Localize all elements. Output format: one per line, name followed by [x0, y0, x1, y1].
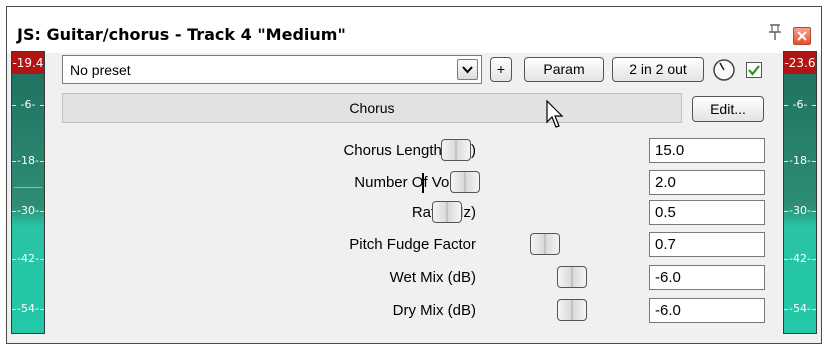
meter-tick: -42- [784, 252, 816, 265]
param-slider[interactable] [412, 232, 640, 258]
close-button[interactable] [793, 27, 811, 45]
param-row: Dry Mix (dB) -6.0 [62, 298, 772, 324]
chevron-down-icon [462, 66, 473, 74]
param-slider[interactable] [412, 138, 640, 164]
slider-handle[interactable] [440, 139, 471, 161]
param-row: Number Of Voices 2.0 [62, 170, 772, 196]
slider-handle[interactable] [529, 233, 560, 255]
input-level-meter: -19.4 -6- -18- -30- -42- -54- [11, 51, 45, 334]
meter-tick: -54- [784, 302, 816, 315]
preset-value: No preset [70, 62, 131, 78]
param-row: Rate (Hz) 0.5 [62, 200, 772, 226]
param-row: Chorus Length (ms) 15.0 [62, 138, 772, 164]
param-row: Wet Mix (dB) -6.0 [62, 265, 772, 291]
fx-enable-checkbox[interactable] [746, 62, 762, 78]
slider-handle[interactable] [449, 171, 480, 193]
param-value-field[interactable]: 0.5 [649, 200, 765, 225]
meter-tick: -18- [12, 154, 44, 167]
title-bar[interactable]: JS: Guitar/chorus - Track 4 "Medium" [7, 7, 821, 53]
meter-tick: -30- [784, 204, 816, 217]
close-icon [797, 31, 807, 41]
pin-icon[interactable] [767, 23, 783, 41]
param-slider[interactable] [412, 170, 640, 196]
meter-tick: -30- [12, 204, 44, 217]
add-preset-button[interactable]: + [490, 57, 512, 82]
mouse-cursor-icon [546, 100, 564, 128]
slider-handle[interactable] [556, 299, 587, 321]
meter-tick: -18- [784, 154, 816, 167]
param-value-field[interactable]: 15.0 [649, 138, 765, 163]
meter-peak-readout[interactable]: -23.6 [784, 52, 816, 74]
slider-handle[interactable] [432, 201, 462, 223]
meter-tick: -42- [12, 252, 44, 265]
param-button[interactable]: Param [524, 57, 604, 82]
preset-dropdown-button[interactable] [457, 59, 478, 80]
wet-knob-icon[interactable] [712, 58, 736, 82]
effect-name: Chorus [349, 100, 395, 116]
meter-tick: -6- [784, 98, 816, 111]
param-value-field[interactable]: -6.0 [649, 265, 765, 290]
meter-peak-readout[interactable]: -19.4 [12, 52, 44, 74]
meter-tick: -6- [12, 98, 44, 111]
param-value-field[interactable]: -6.0 [649, 298, 765, 323]
param-value-field[interactable]: 2.0 [649, 170, 765, 195]
param-value-field[interactable]: 0.7 [649, 232, 765, 257]
param-slider[interactable] [412, 298, 640, 324]
checkmark-icon [748, 65, 760, 76]
param-row: Pitch Fudge Factor 0.7 [62, 232, 772, 258]
meter-level-line [14, 187, 42, 188]
param-slider[interactable] [412, 265, 640, 291]
preset-select[interactable]: No preset [62, 55, 482, 84]
window-title: JS: Guitar/chorus - Track 4 "Medium" [17, 25, 346, 44]
param-slider[interactable] [412, 200, 640, 226]
slider-handle[interactable] [556, 266, 587, 288]
effect-header: Chorus [62, 93, 682, 123]
output-level-meter: -23.6 -6- -18- -30- -42- -54- [783, 51, 817, 334]
meter-tick: -54- [12, 302, 44, 315]
slider-min-mark [422, 173, 424, 193]
edit-button[interactable]: Edit... [692, 96, 764, 122]
io-routing-button[interactable]: 2 in 2 out [612, 57, 704, 82]
